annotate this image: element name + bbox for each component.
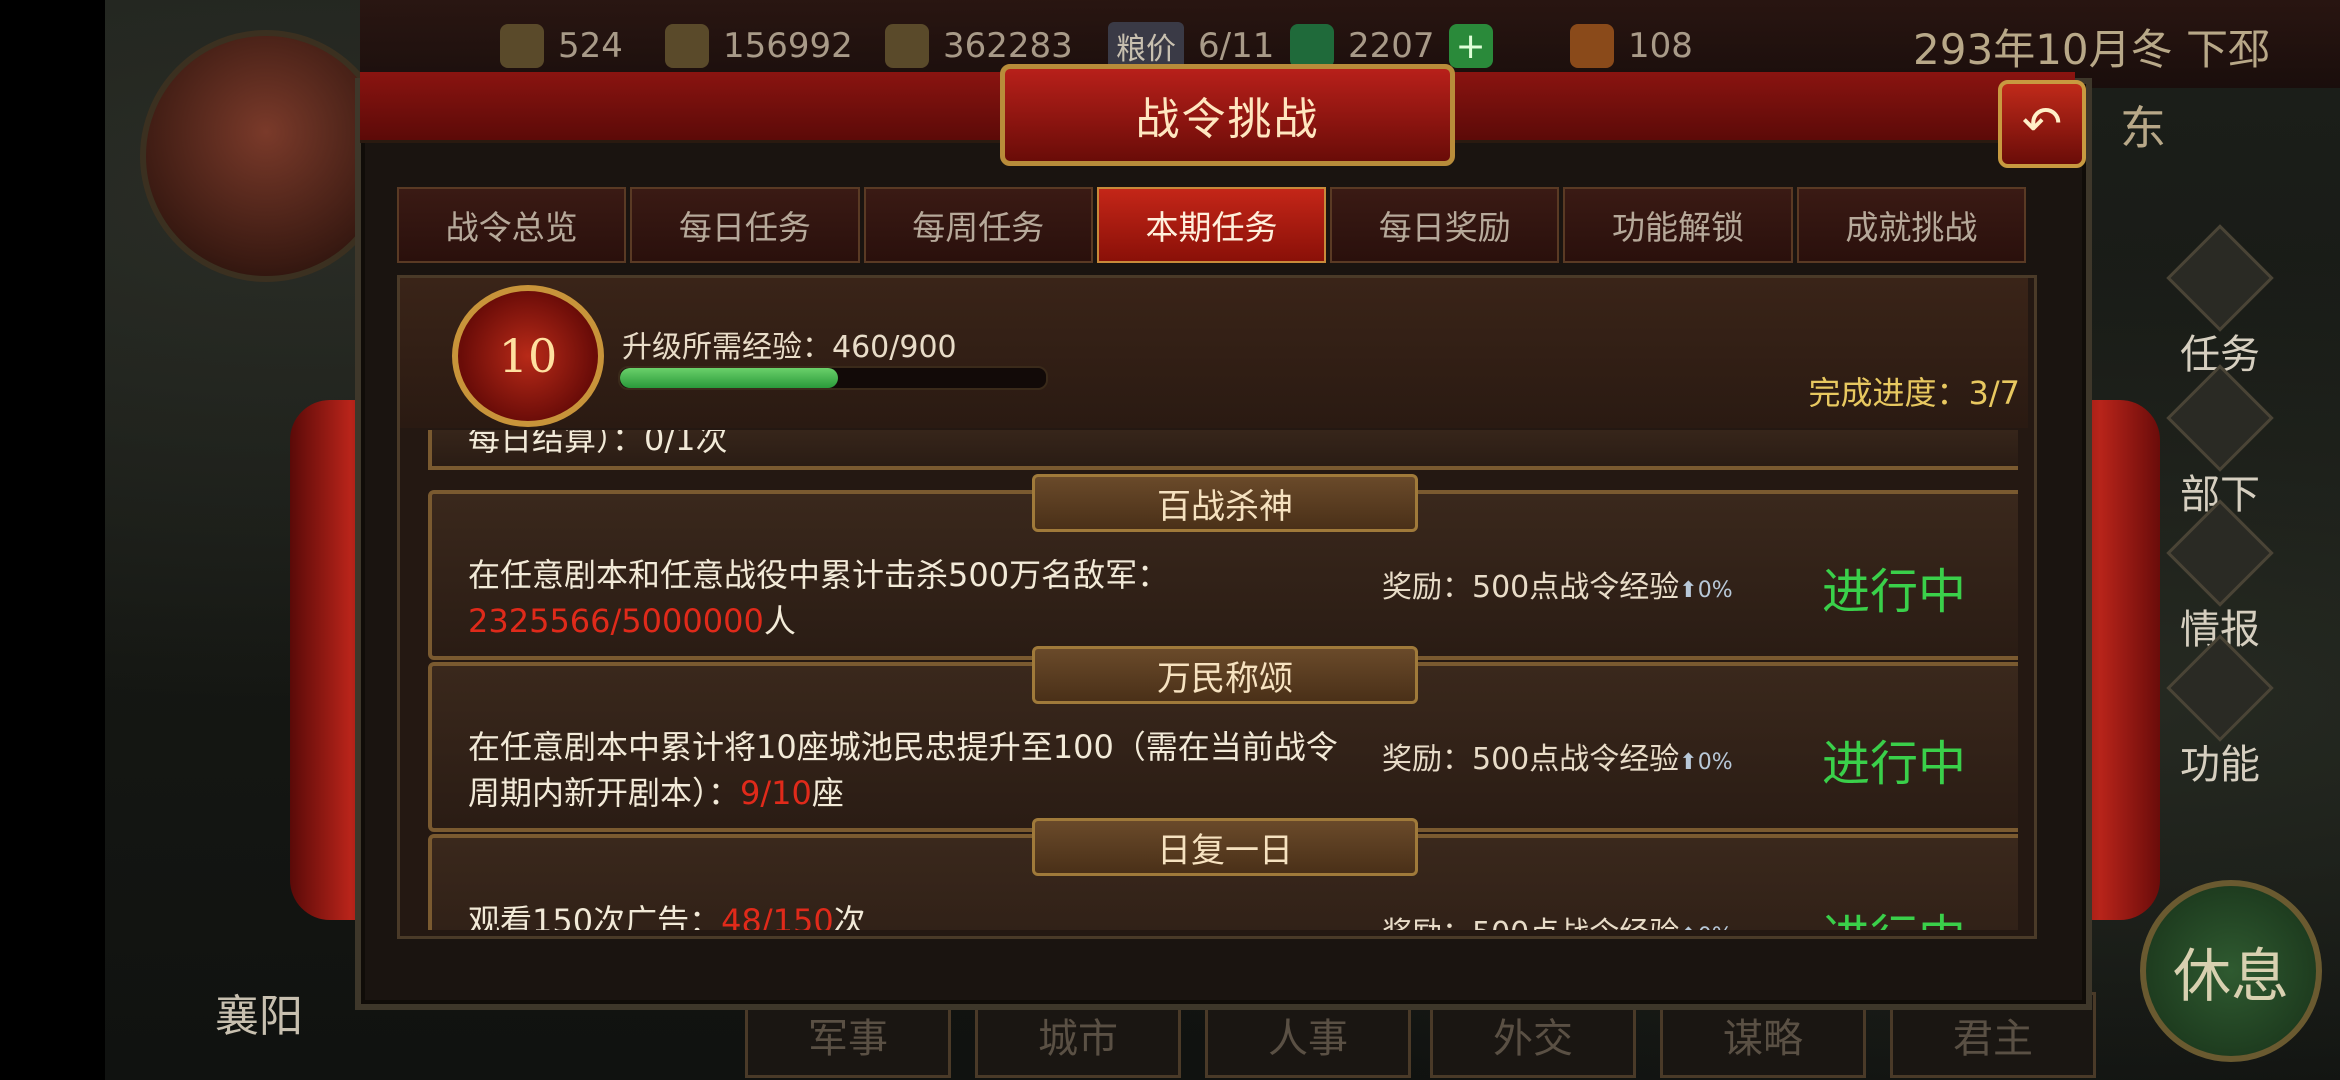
task-desc: 在任意剧本和任意战役中累计击杀500万名敌军： 2325566/5000000人 [468, 556, 1170, 640]
task-status: 进行中 [1822, 564, 1967, 620]
tab-daily-rewards[interactable]: 每日奖励 [1330, 187, 1560, 263]
task-icon [2166, 224, 2274, 332]
up-arrow-icon: ⬆ [1679, 924, 1697, 930]
menu-function[interactable]: 功能 [2145, 634, 2295, 788]
task-count: 9/10 [740, 774, 812, 812]
task-reward: 奖励：500点战令经验⬆0% [1382, 742, 1733, 777]
city-label[interactable]: 襄阳 [215, 980, 303, 1044]
task-card: 百战杀神 在任意剧本和任意战役中累计击杀500万名敌军： 2325566/5000… [428, 474, 2018, 660]
tab-weekly-tasks[interactable]: 每周任务 [863, 187, 1093, 263]
task-reward: 奖励：500点战令经验⬆0% [1382, 908, 1733, 930]
resource-coin: 524 [500, 18, 623, 74]
up-arrow-icon: ⬆ [1679, 750, 1698, 775]
task-name: 日复一日 [1032, 818, 1418, 876]
task-status: 进行中 [1822, 736, 1967, 792]
jade-icon [1290, 24, 1334, 68]
grain-icon [885, 24, 929, 68]
intel-icon [2166, 499, 2274, 607]
partial-location-label: 东 [2120, 101, 2166, 155]
scroll-icon [1570, 24, 1614, 68]
resource-scroll: 108 [1570, 18, 1693, 74]
task-card-partial: 每日结算）：0/1次 [428, 430, 2018, 470]
completion-progress: 完成进度：3/7 [1808, 374, 2020, 412]
task-list[interactable]: 每日结算）：0/1次 百战杀神 在任意剧本和任意战役中累计击杀500万名敌军： 2… [428, 430, 2018, 930]
tab-feature-unlock[interactable]: 功能解锁 [1563, 187, 1793, 263]
tab-achievements[interactable]: 成就挑战 [1796, 187, 2026, 263]
left-black-bar [0, 0, 105, 1080]
resource-gold: 156992 [665, 18, 853, 74]
exp-progress-bar [618, 366, 1048, 390]
add-jade-icon[interactable]: + [1448, 24, 1493, 68]
dialog-title: 战令挑战 [1000, 64, 1455, 166]
exp-text: 升级所需经验：460/900 [622, 330, 957, 365]
task-name: 百战杀神 [1032, 474, 1418, 532]
task-count: 48/150 [721, 902, 834, 930]
tab-overview[interactable]: 战令总览 [397, 187, 627, 263]
date-location: 293年10月冬 下邳 [1913, 25, 2270, 74]
function-icon [2166, 634, 2274, 742]
task-reward: 奖励：500点战令经验⬆0% [1382, 570, 1733, 605]
tab-daily-tasks[interactable]: 每日任务 [630, 187, 860, 263]
up-arrow-icon: ⬆ [1679, 578, 1698, 603]
gold-icon [665, 24, 709, 68]
menu-subordinate[interactable]: 部下 [2145, 364, 2295, 518]
task-desc: 观看150次广告：48/150次 [468, 898, 1348, 930]
task-name: 万民称颂 [1032, 646, 1418, 704]
back-arrow-icon: ↶ [2021, 96, 2063, 152]
tab-season-tasks[interactable]: 本期任务 [1096, 187, 1327, 263]
price-tag-icon: 粮价 [1108, 22, 1184, 70]
coin-icon [500, 24, 544, 68]
task-status: 进行中 [1822, 898, 1966, 930]
exp-progress-fill [620, 368, 838, 388]
back-button[interactable]: ↶ [1998, 80, 2086, 168]
task-count: 2325566/5000000 [468, 602, 764, 640]
task-desc: 在任意剧本中累计将10座城池民忠提升至100（需在当前战令周期内新开剧本）：9/… [468, 728, 1338, 812]
menu-task[interactable]: 任务 [2145, 224, 2295, 378]
subordinate-icon [2166, 364, 2274, 472]
task-card: 日复一日 观看150次广告：48/150次 奖励：500点战令经验⬆0% 进行中 [428, 818, 2018, 930]
menu-intel[interactable]: 情报 [2145, 499, 2295, 653]
level-badge: 10 [452, 285, 604, 427]
rest-button[interactable]: 休息 [2140, 880, 2322, 1062]
task-card: 万民称颂 在任意剧本中累计将10座城池民忠提升至100（需在当前战令周期内新开剧… [428, 646, 2018, 832]
tab-bar: 战令总览 每日任务 每周任务 本期任务 每日奖励 功能解锁 成就挑战 [397, 187, 2026, 263]
